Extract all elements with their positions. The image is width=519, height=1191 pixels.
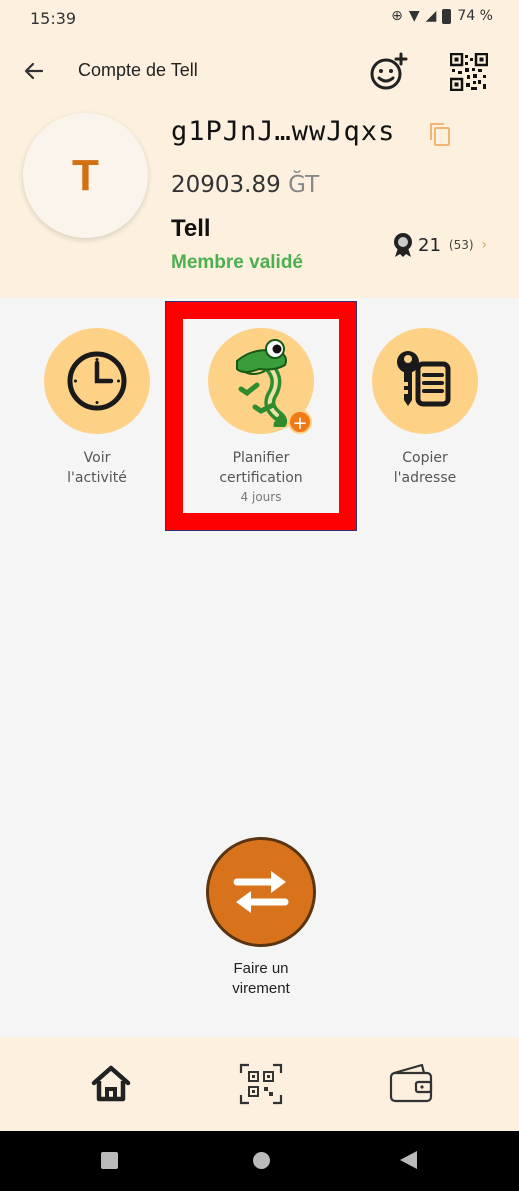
status-icons: ⊕ ▼ ◢ 74 % [391,8,493,24]
battery-level: 74 % [457,8,493,24]
signal-icon: ◢ [425,8,437,24]
certifications-link[interactable]: 21 (53) › [392,232,487,258]
avatar-initial: T [72,150,99,200]
qr-code-button[interactable] [449,52,489,92]
member-name: Tell [171,215,211,242]
copy-address-label-line1: Copier [402,450,448,466]
page-title: Compte de Tell [78,60,198,80]
transfer-label-line2: virement [232,980,290,997]
view-activity-action[interactable]: Voir l'activité [44,328,150,488]
nav-scan[interactable] [238,1061,284,1107]
copy-icon [430,123,450,146]
balance: 20903.89 ĞT [171,172,319,198]
wallet-address: g1PJnJ…wwJqxs [171,116,396,147]
copy-address-button[interactable] [426,120,454,148]
view-activity-button[interactable] [44,328,150,434]
back-button[interactable] [18,55,50,87]
nav-wallet[interactable] [388,1061,434,1107]
transfer-button[interactable] [206,837,316,947]
copy-address-label-line2: l'adresse [393,470,457,486]
status-bar: 15:39 ⊕ ▼ ◢ 74 % [0,0,519,36]
status-time: 15:39 [30,9,77,28]
copy-address-label: Copier l'adresse [372,448,478,488]
system-navigation-bar [0,1131,519,1191]
qr-scan-icon [239,1063,283,1105]
member-status: Membre validé [171,252,303,273]
wallet-icon [389,1063,433,1103]
app-bar: Compte de Tell [0,44,519,98]
home-icon [91,1065,131,1102]
battery-icon [442,8,452,24]
home-system-icon[interactable] [253,1152,270,1169]
certifications-total: (53) [448,238,474,252]
recents-icon[interactable] [101,1152,118,1169]
nav-home[interactable] [88,1061,134,1107]
arrow-back-icon [24,62,44,80]
avatar: T [23,113,148,238]
add-contact-smiley-icon [370,52,408,90]
transfer-label-line1: Faire un [233,960,289,977]
qr-code-icon [449,52,489,92]
back-system-icon[interactable] [400,1151,417,1169]
transfer-action[interactable]: Faire un virement [206,837,316,999]
clock-icon [67,351,127,411]
transfer-arrows-icon [233,871,289,913]
bottom-navigation [0,1037,519,1131]
chevron-right-icon: › [481,237,488,253]
wifi-icon: ▼ [408,8,420,24]
view-activity-label-line1: Voir [83,450,111,466]
copy-address-action-button[interactable] [372,328,478,434]
highlight-box [165,301,357,531]
certifications-count: 21 [418,234,441,256]
balance-currency: ĞT [288,172,320,198]
view-activity-label-line2: l'activité [67,470,127,486]
transfer-label: Faire un virement [206,959,316,999]
balance-amount: 20903.89 [171,172,281,198]
copy-address-action[interactable]: Copier l'adresse [372,328,478,488]
certification-badge-icon [394,233,412,257]
sync-icon: ⊕ [391,8,403,24]
view-activity-label: Voir l'activité [44,448,150,488]
add-contact-button[interactable] [368,52,408,92]
key-document-icon [397,351,451,407]
